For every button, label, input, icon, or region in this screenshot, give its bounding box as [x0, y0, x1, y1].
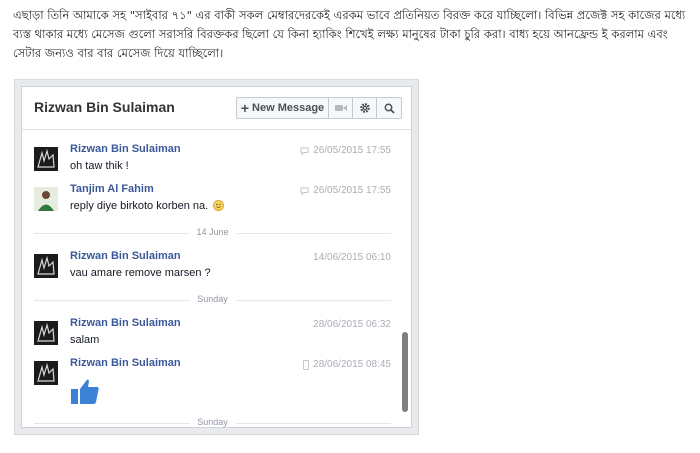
new-message-label: New Message — [252, 102, 325, 114]
timestamp: 26/05/2015 17:55 — [313, 145, 391, 156]
chat-bubble-icon — [300, 187, 309, 195]
sender-name[interactable]: Rizwan Bin Sulaiman — [70, 250, 181, 262]
message-time: 26/05/2015 17:55 — [300, 145, 391, 156]
message-item: Tanjim Al Fahim reply diye birkoto korbe… — [34, 183, 391, 223]
separator-label: Sunday — [189, 417, 236, 427]
conversation-title: Rizwan Bin Sulaiman — [34, 99, 175, 115]
article-paragraph: এছাড়া তিনি আমাকে সহ "সাইবার ৭১" এর বাকী… — [13, 6, 689, 63]
chat-window: Rizwan Bin Sulaiman + New Message Rizwan… — [21, 86, 412, 428]
settings-button[interactable] — [353, 98, 377, 118]
video-call-button[interactable] — [329, 98, 353, 118]
timestamp: 26/05/2015 17:55 — [313, 185, 391, 196]
new-message-button[interactable]: + New Message — [237, 98, 329, 118]
avatar — [34, 147, 58, 171]
plus-icon: + — [240, 100, 250, 116]
scrollbar-thumb[interactable] — [402, 332, 408, 412]
timestamp: 28/06/2015 06:32 — [313, 319, 391, 330]
avatar — [34, 187, 58, 211]
message-item: Rizwan Bin Sulaiman vau amare remove mar… — [34, 250, 391, 290]
message-time: 28/06/2015 08:45 — [303, 359, 391, 370]
message-time: 14/06/2015 06:10 — [313, 252, 391, 263]
separator-label: Sunday — [189, 294, 236, 304]
message-item: Rizwan Bin Sulaiman 28/06/2015 08:45 — [34, 357, 391, 407]
message-text: reply diye birkoto korben na. — [70, 200, 225, 212]
article-text: এছাড়া তিনি আমাকে সহ "সাইবার ৭১" এর বাকী… — [13, 8, 686, 60]
message-time: 26/05/2015 17:55 — [300, 185, 391, 196]
separator-label: 14 June — [188, 227, 237, 237]
gear-icon — [359, 103, 370, 113]
date-separator: Sunday — [34, 294, 391, 306]
chat-header: Rizwan Bin Sulaiman + New Message — [22, 87, 411, 130]
message-time: 28/06/2015 06:32 — [313, 319, 391, 330]
sender-name[interactable]: Rizwan Bin Sulaiman — [70, 143, 181, 155]
sender-name[interactable]: Rizwan Bin Sulaiman — [70, 357, 181, 369]
message-text: oh taw thik ! — [70, 160, 129, 172]
avatar — [34, 254, 58, 278]
chat-toolbar: + New Message — [236, 97, 402, 119]
message-list: Rizwan Bin Sulaiman oh taw thik ! 26/05/… — [22, 130, 395, 427]
smile-emoji-icon — [213, 200, 225, 211]
sender-name[interactable]: Rizwan Bin Sulaiman — [70, 317, 181, 329]
avatar — [34, 361, 58, 385]
message-item: Rizwan Bin Sulaiman oh taw thik ! 26/05/… — [34, 143, 391, 183]
message-item: Rizwan Bin Sulaiman salam 28/06/2015 06:… — [34, 317, 391, 357]
chat-screenshot: Rizwan Bin Sulaiman + New Message Rizwan… — [14, 79, 419, 435]
video-icon — [334, 105, 347, 111]
scrollbar[interactable] — [402, 130, 408, 427]
date-separator: 14 June — [34, 227, 391, 239]
mobile-icon — [303, 359, 310, 370]
sender-name[interactable]: Tanjim Al Fahim — [70, 183, 154, 195]
avatar — [34, 321, 58, 345]
chat-bubble-icon — [300, 147, 309, 155]
date-separator: Sunday — [34, 417, 391, 427]
message-text: vau amare remove marsen ? — [70, 267, 211, 279]
timestamp: 28/06/2015 08:45 — [313, 359, 391, 370]
timestamp: 14/06/2015 06:10 — [313, 252, 391, 263]
message-text: salam — [70, 334, 100, 346]
message-text-content: reply diye birkoto korben na. — [70, 200, 209, 212]
search-button[interactable] — [377, 98, 401, 118]
thumbs-up-icon — [71, 379, 99, 404]
search-icon — [384, 103, 395, 114]
